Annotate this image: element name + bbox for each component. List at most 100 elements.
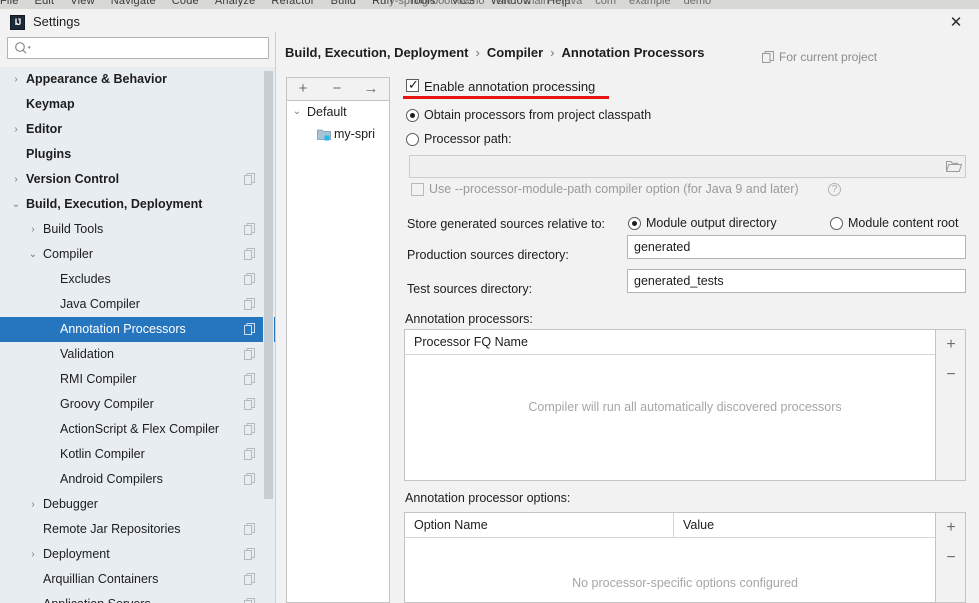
sidebar-item-label: Kotlin Compiler	[60, 447, 145, 461]
production-sources-input[interactable]	[627, 235, 966, 259]
add-module-button[interactable]: +	[287, 78, 319, 100]
panel-divider	[275, 32, 276, 603]
table-empty-message: No processor-specific options configured	[572, 576, 798, 590]
ide-menu-item[interactable]: Code	[172, 0, 199, 7]
settings-tree-scrollbar-thumb[interactable]	[264, 71, 273, 499]
radio-processor-path[interactable]	[406, 133, 419, 146]
close-icon: ✕	[949, 14, 963, 31]
column-header-value[interactable]: Value	[674, 513, 714, 537]
sidebar-item-android-compilers[interactable]: Android Compilers	[0, 467, 275, 492]
sidebar-item-version-control[interactable]: › Version Control	[0, 167, 275, 192]
sidebar-item-debugger[interactable]: › Debugger	[0, 492, 275, 517]
sidebar-item-label: Plugins	[26, 147, 72, 161]
add-option-button[interactable]: +	[936, 513, 965, 543]
folder-icon[interactable]	[946, 160, 962, 173]
checkmark-icon: ✓	[408, 77, 419, 92]
remove-module-button[interactable]: −	[321, 78, 353, 100]
chevron-down-icon[interactable]: ⌄	[27, 242, 39, 267]
breadcrumb-part[interactable]: Compiler	[487, 45, 543, 60]
radio-selected-dot	[632, 221, 637, 226]
radio-module-output-directory[interactable]	[628, 217, 641, 230]
radio-obtain-from-classpath[interactable]	[406, 109, 419, 122]
sidebar-item-annotation-processors[interactable]: Annotation Processors	[0, 317, 275, 342]
sidebar-item-label: RMI Compiler	[60, 372, 137, 386]
breadcrumb-part[interactable]: Build, Execution, Deployment	[285, 45, 468, 60]
chevron-right-icon[interactable]: ›	[27, 542, 39, 567]
processor-path-input[interactable]	[409, 155, 966, 178]
sidebar-item-build-execution-deployment[interactable]: ⌄ Build, Execution, Deployment	[0, 192, 275, 217]
sidebar-item-groovy-compiler[interactable]: Groovy Compiler	[0, 392, 275, 417]
remove-option-button[interactable]: −	[936, 543, 965, 573]
chevron-right-icon[interactable]: ›	[10, 67, 22, 92]
table-empty-message: Compiler will run all automatically disc…	[528, 400, 842, 414]
sidebar-item-label: Deployment	[43, 547, 110, 561]
radio-module-content-root[interactable]	[830, 217, 843, 230]
radio-module-output-directory-label: Module output directory	[646, 216, 777, 230]
enable-annotation-processing-checkbox[interactable]: ✓	[406, 77, 419, 92]
sidebar-item-arquillian-containers[interactable]: Arquillian Containers	[0, 567, 275, 592]
annotation-processors-table[interactable]: Processor FQ Name Compiler will run all …	[404, 329, 966, 481]
settings-tree[interactable]: › Appearance & Behavior Keymap › Editor Plugi…	[0, 67, 275, 603]
chevron-right-icon[interactable]: ›	[27, 492, 39, 517]
sidebar-item-kotlin-compiler[interactable]: Kotlin Compiler	[0, 442, 275, 467]
chevron-down-icon[interactable]: ⌄	[291, 101, 303, 123]
sidebar-item-keymap[interactable]: Keymap	[0, 92, 275, 117]
sidebar-item-editor[interactable]: › Editor	[0, 117, 275, 142]
sidebar-item-java-compiler[interactable]: Java Compiler	[0, 292, 275, 317]
sidebar-item-excludes[interactable]: Excludes	[0, 267, 275, 292]
chevron-down-icon[interactable]: ⌄	[10, 192, 22, 217]
column-header-option-name[interactable]: Option Name	[405, 513, 488, 537]
ide-menu-item[interactable]: Navigate	[111, 0, 156, 7]
sidebar-item-compiler[interactable]: ⌄ Compiler	[0, 242, 275, 267]
project-scope-icon	[244, 523, 255, 535]
dialog-title: Settings	[33, 14, 80, 29]
project-scope-icon	[244, 398, 255, 410]
radio-processor-path-label: Processor path:	[424, 132, 512, 146]
ide-menu-item[interactable]: Refactor	[271, 0, 314, 7]
sidebar-item-remote-jar-repositories[interactable]: Remote Jar Repositories	[0, 517, 275, 542]
ide-path-crumb: com	[595, 0, 617, 7]
search-input[interactable]	[7, 37, 269, 59]
module-tree-node-default[interactable]: ⌄ Default	[287, 101, 389, 123]
sidebar-item-deployment[interactable]: › Deployment	[0, 542, 275, 567]
sidebar-item-validation[interactable]: Validation	[0, 342, 275, 367]
radio-module-content-root-label: Module content root	[848, 216, 959, 230]
project-scope-icon	[244, 348, 255, 360]
sidebar-item-label: Arquillian Containers	[43, 572, 159, 586]
annotation-processors-label: Annotation processors:	[405, 312, 533, 326]
sidebar-item-plugins[interactable]: Plugins	[0, 142, 275, 167]
sidebar-item-appearance-behavior[interactable]: › Appearance & Behavior	[0, 67, 275, 92]
sidebar-item-label: Build Tools	[43, 222, 104, 236]
project-scope-icon	[244, 298, 255, 310]
project-scope-icon	[244, 373, 255, 385]
sidebar-item-rmi-compiler[interactable]: RMI Compiler	[0, 367, 275, 392]
ide-menu-item[interactable]: Analyze	[215, 0, 256, 7]
intellij-logo-icon: IJ	[10, 15, 25, 30]
close-button[interactable]: ✕	[933, 9, 979, 36]
column-header-processor-fq-name[interactable]: Processor FQ Name	[405, 330, 528, 354]
processor-module-path-checkbox	[411, 183, 424, 196]
ide-menu-item[interactable]: Build	[331, 0, 356, 7]
module-tree-node-project[interactable]: my-spri	[287, 123, 389, 145]
add-processor-button[interactable]: +	[936, 330, 965, 360]
module-list[interactable]: ⌄ Default my-spri	[286, 101, 390, 603]
ide-menu-item[interactable]: View	[70, 0, 94, 7]
chevron-right-icon[interactable]: ›	[27, 217, 39, 242]
remove-processor-button[interactable]: −	[936, 360, 965, 390]
annotation-processor-options-table[interactable]: Option Name Value No processor-specific …	[404, 512, 966, 603]
chevron-right-icon[interactable]: ›	[10, 117, 22, 142]
store-generated-sources-label: Store generated sources relative to:	[407, 217, 606, 231]
test-sources-input[interactable]	[627, 269, 966, 293]
sidebar-item-application-servers[interactable]: Application Servers	[0, 592, 275, 603]
sidebar-item-build-tools[interactable]: › Build Tools	[0, 217, 275, 242]
project-scope-icon	[244, 473, 255, 485]
sidebar-item-label: Android Compilers	[60, 472, 163, 486]
ide-menu-item[interactable]: File	[0, 0, 19, 7]
sidebar-item-actionscript-flex-compiler[interactable]: ActionScript & Flex Compiler	[0, 417, 275, 442]
help-icon[interactable]: ?	[828, 183, 841, 196]
chevron-right-icon[interactable]: ›	[10, 167, 22, 192]
breadcrumb-separator: ›	[475, 45, 480, 60]
ide-menu-item[interactable]: Edit	[35, 0, 55, 7]
sidebar-item-label: Debugger	[43, 497, 98, 511]
move-module-button[interactable]: →	[355, 78, 387, 100]
